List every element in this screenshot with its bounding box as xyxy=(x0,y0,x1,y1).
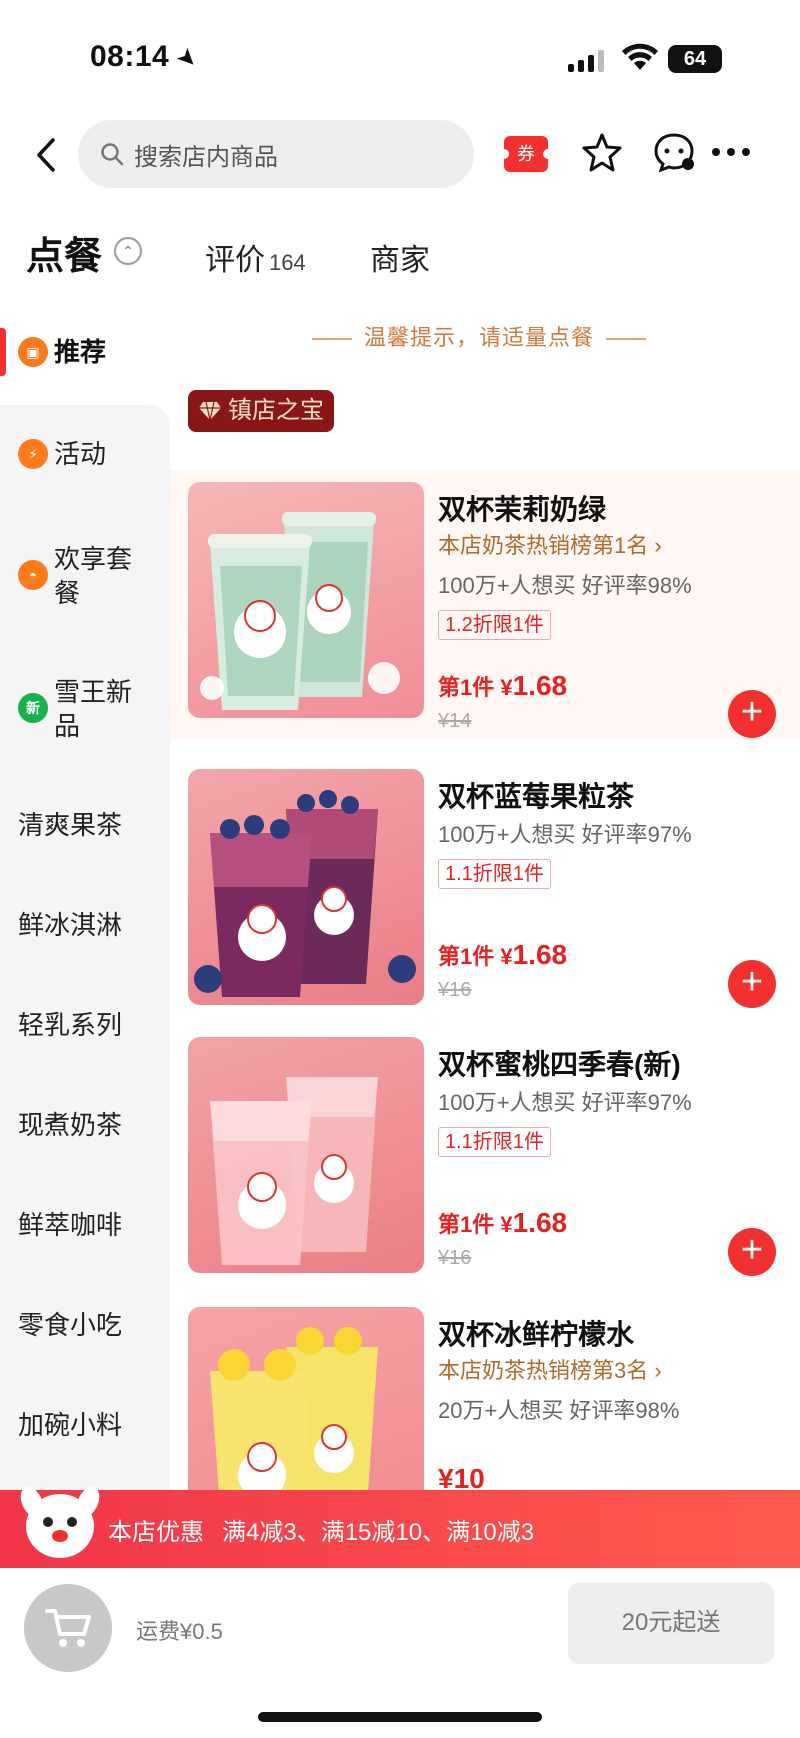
section-badge: 镇店之宝 xyxy=(188,390,334,432)
back-button[interactable] xyxy=(26,130,66,180)
sidebar-item-recommend[interactable]: ▣ 推荐 xyxy=(18,335,158,369)
reviews-count: 164 xyxy=(269,250,306,275)
chat-bubble-icon xyxy=(654,133,694,173)
mascot-icon xyxy=(20,1486,100,1558)
status-time: 08:14➤ xyxy=(90,40,205,76)
discount-tag: 1.2折限1件 xyxy=(438,610,551,640)
collapse-icon[interactable]: ⌃ xyxy=(114,237,142,265)
product-stats: 20万+人想买 好评率98% xyxy=(438,1398,680,1423)
cellular-signal-icon xyxy=(568,50,604,72)
product-stats: 100万+人想买 好评率97% xyxy=(438,1090,692,1115)
product-price: 第1件 ¥1.68 xyxy=(438,1207,568,1238)
sidebar-item-new[interactable]: 新 雪王新品 xyxy=(18,675,158,743)
chevron-left-icon xyxy=(37,138,55,172)
recommend-icon: ▣ xyxy=(18,337,48,367)
notice-tip: 温馨提示，请适量点餐 xyxy=(300,320,658,352)
original-price: ¥16 xyxy=(438,979,472,1001)
store-promo-bar[interactable]: 本店优惠 满4减3、满15减10、满10减3 xyxy=(0,1486,800,1568)
product-name: 双杯蓝莓果粒茶 xyxy=(438,781,635,812)
sidebar-item-ice-cream[interactable]: 鲜冰淇淋 xyxy=(18,908,158,942)
product-stats: 100万+人想买 好评率97% xyxy=(438,822,692,847)
lightning-icon: ⚡ xyxy=(18,439,48,469)
sidebar-item-toppings[interactable]: 加碗小料 xyxy=(18,1408,158,1442)
customer-service-button[interactable] xyxy=(650,128,698,176)
min-order-button[interactable]: 20元起送 xyxy=(568,1582,774,1664)
wifi-icon xyxy=(622,43,658,70)
original-price: ¥16 xyxy=(438,1247,472,1269)
product-stats: 100万+人想买 好评率98% xyxy=(438,573,692,598)
product-name: 双杯冰鲜柠檬水 xyxy=(438,1319,635,1350)
tab-merchant[interactable]: 商家 xyxy=(370,235,430,279)
tab-order[interactable]: 点餐 xyxy=(26,225,102,280)
discount-tag: 1.1折限1件 xyxy=(438,1127,551,1157)
add-to-cart-button[interactable]: + xyxy=(728,1228,776,1276)
active-indicator xyxy=(0,328,6,376)
coupon-button[interactable]: 券 xyxy=(499,136,553,172)
product-price: 第1件 ¥1.68 xyxy=(438,670,568,701)
product-card[interactable]: 双杯蜜桃四季春(新) 100万+人想买 好评率97% 1.1折限1件 第1件 ¥… xyxy=(170,1025,800,1295)
search-input[interactable]: 搜索店内商品 xyxy=(78,120,474,188)
home-indicator xyxy=(258,1712,542,1722)
product-price: ¥10 xyxy=(438,1463,485,1490)
battery-icon: 64 xyxy=(668,45,722,73)
shipping-fee: 运费¥0.5 xyxy=(136,1619,223,1644)
sidebar-item-coffee[interactable]: 鲜萃咖啡 xyxy=(18,1208,158,1242)
promo-label: 本店优惠 xyxy=(108,1519,204,1546)
new-icon: 新 xyxy=(18,693,48,723)
product-rank-link[interactable]: 本店奶茶热销榜第1名 › xyxy=(438,528,662,560)
cart-button[interactable] xyxy=(24,1584,112,1672)
combo-icon: ◓ xyxy=(18,560,48,590)
sidebar-item-activity[interactable]: ⚡ 活动 xyxy=(18,437,158,471)
category-sidebar: ▣ 推荐 ⚡ 活动 ◓ 欢享套餐 新 雪王新品 清爽果茶 鲜冰淇淋 轻乳系列 现… xyxy=(0,300,170,1490)
sidebar-item-fruit-tea[interactable]: 清爽果茶 xyxy=(18,808,158,842)
product-image[interactable] xyxy=(188,1307,424,1490)
product-name: 双杯蜜桃四季春(新) xyxy=(438,1049,681,1080)
product-price: 第1件 ¥1.68 xyxy=(438,939,568,970)
product-name: 双杯茉莉奶绿 xyxy=(438,494,607,525)
product-image[interactable] xyxy=(188,482,424,718)
status-bar: 08:14➤ 64 xyxy=(0,0,800,110)
add-to-cart-button[interactable]: + xyxy=(728,960,776,1008)
sidebar-item-milk-tea[interactable]: 现煮奶茶 xyxy=(18,1108,158,1142)
more-button[interactable] xyxy=(712,148,750,156)
original-price: ¥14 xyxy=(438,710,472,732)
sidebar-item-light-milk[interactable]: 轻乳系列 xyxy=(18,1008,158,1042)
cart-icon xyxy=(45,1609,91,1647)
product-image[interactable] xyxy=(188,1037,424,1273)
product-card[interactable]: 双杯冰鲜柠檬水 本店奶茶热销榜第3名 › 20万+人想买 好评率98% ¥10 xyxy=(170,1295,800,1490)
product-card[interactable]: 双杯茉莉奶绿 本店奶茶热销榜第1名 › 100万+人想买 好评率98% 1.2折… xyxy=(170,470,800,740)
star-icon xyxy=(582,133,622,172)
product-image[interactable] xyxy=(188,769,424,1005)
sidebar-item-snacks[interactable]: 零食小吃 xyxy=(18,1308,158,1342)
location-arrow-icon: ➤ xyxy=(170,41,205,76)
cart-bar: 运费¥0.5 20元起送 xyxy=(0,1568,800,1688)
search-placeholder: 搜索店内商品 xyxy=(134,143,278,171)
product-rank-link[interactable]: 本店奶茶热销榜第3名 › xyxy=(438,1353,662,1385)
search-icon xyxy=(101,143,124,166)
diamond-icon xyxy=(199,401,221,421)
product-card[interactable]: 双杯蓝莓果粒茶 100万+人想买 好评率97% 1.1折限1件 第1件 ¥1.6… xyxy=(170,757,800,1027)
discount-tag: 1.1折限1件 xyxy=(438,859,551,889)
promo-text: 满4减3、满15减10、满10减3 xyxy=(222,1519,535,1546)
add-to-cart-button[interactable]: + xyxy=(728,690,776,738)
tab-reviews[interactable]: 评价 164 xyxy=(205,235,306,279)
sidebar-item-combo[interactable]: ◓ 欢享套餐 xyxy=(18,542,158,610)
favorite-button[interactable] xyxy=(578,128,626,176)
store-tabs: 点餐 ⌃ 评价 164 商家 xyxy=(0,225,800,285)
store-header: 搜索店内商品 券 xyxy=(0,110,800,200)
